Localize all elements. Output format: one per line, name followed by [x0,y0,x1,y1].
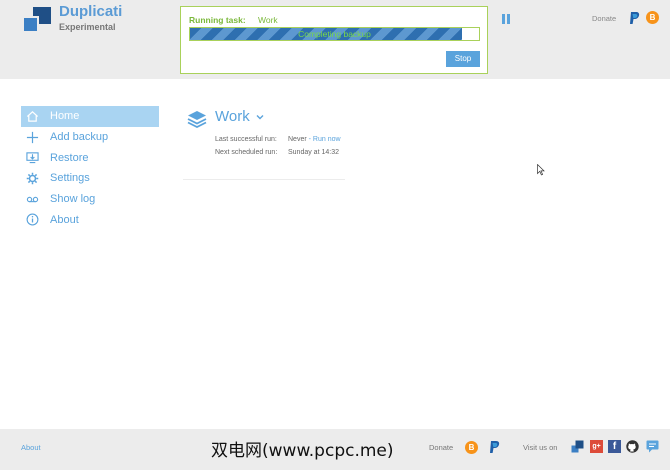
footer-bitcoin-icon[interactable]: B [465,441,478,454]
backup-item: Work Last successful run: Never - Run no… [183,106,345,180]
next-run-label: Next scheduled run: [215,149,278,156]
bitcoin-icon[interactable]: B [646,11,659,24]
watermark-text: 双电网(www.pcpc.me) [211,441,394,461]
header: Duplicati Experimental Running task: Wor… [0,0,670,79]
running-task-panel: Running task: Work Completing backup Sto… [180,6,488,74]
running-task-label: Running task: [189,15,246,25]
paypal-icon[interactable] [628,11,640,25]
last-run-text: Never [288,136,307,143]
log-icon [25,192,39,206]
sidebar-item-settings[interactable]: Settings [21,168,159,189]
sidebar-item-add-backup[interactable]: Add backup [21,127,159,148]
sidebar-item-label: Show log [50,193,96,206]
donate-label: Donate [592,14,617,23]
sidebar-item-restore[interactable]: Restore [21,147,159,168]
sidebar-item-label: Restore [50,151,89,164]
sidebar-item-label: Add backup [50,131,109,144]
sidebar-item-label: About [50,213,79,226]
duplicati-logo-icon [22,5,54,33]
last-run-value: Never - Run now [288,136,341,143]
sidebar-item-show-log[interactable]: Show log [21,189,159,210]
backup-name-link[interactable]: Work [215,108,250,125]
footer-paypal-icon[interactable] [488,440,500,454]
sidebar: Home Add backup Restore Settings Show lo… [21,106,159,230]
restore-icon [25,151,39,165]
stop-button[interactable]: Stop [446,51,480,67]
task-progress-text: Completing backup [298,29,371,39]
gear-icon [25,171,39,185]
sidebar-item-label: Home [50,110,80,123]
next-run-value: Sunday at 14:32 [288,149,339,156]
backup-stack-icon [187,111,207,128]
sidebar-item-label: Settings [50,172,90,185]
visit-us-label: Visit us on [523,443,558,452]
info-icon [25,213,39,227]
github-icon[interactable] [626,440,639,453]
footer-donate-label: Donate [429,443,454,452]
sidebar-item-about[interactable]: About [21,209,159,230]
mouse-cursor-icon [537,164,545,176]
pause-icon[interactable] [502,14,510,24]
last-run-label: Last successful run: [215,136,277,143]
chevron-down-icon[interactable] [255,112,265,122]
sidebar-item-home[interactable]: Home [21,106,159,127]
footer-about-link[interactable]: About [21,443,41,452]
duplicati-social-icon[interactable] [571,440,584,453]
brand-subtitle: Experimental [59,22,116,32]
home-icon [25,109,39,123]
brand-name: Duplicati [59,3,123,20]
running-task-name: Work [258,15,278,25]
footer: About 双电网(www.pcpc.me) Donate B Visit us… [0,429,670,470]
task-progress-bar: Completing backup [189,27,480,41]
facebook-icon[interactable]: f [608,440,621,453]
google-plus-icon[interactable]: g+ [590,440,603,453]
run-now-link[interactable]: - Run now [309,136,341,143]
forum-icon[interactable] [646,440,659,453]
plus-icon [25,130,39,144]
